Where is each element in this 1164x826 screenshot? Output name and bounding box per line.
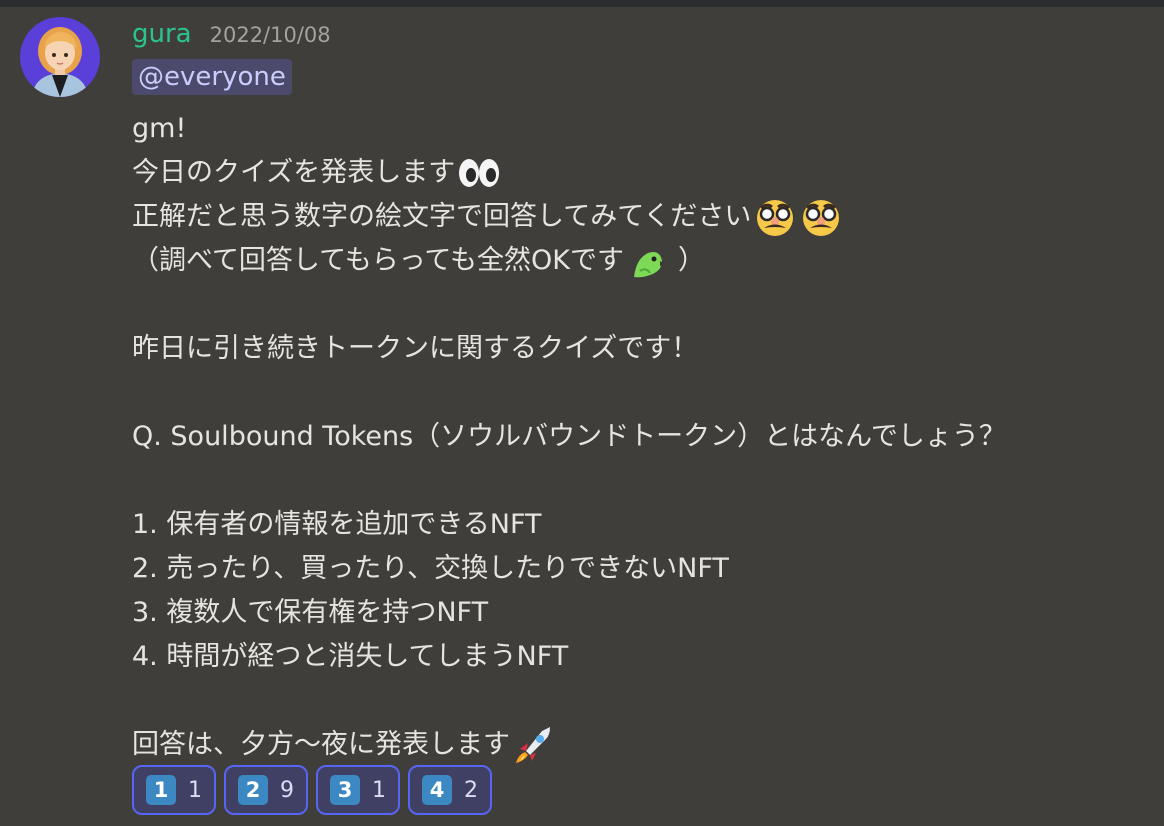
reaction-button-2[interactable]: 29	[224, 765, 308, 815]
message-line	[132, 371, 1152, 415]
message-line: 2. 売ったり、買ったり、交換したりできないNFT	[132, 547, 1152, 591]
message-line-text: gm!	[132, 113, 187, 144]
message-content: gm! 今日のクイズを発表します正解だと思う数字の絵文字で回答してみてください （調…	[132, 107, 1152, 767]
message-line: （調べて回答してもらっても全然OKです ）	[132, 239, 1152, 283]
message-line-text: 4. 時間が経つと消失してしまうNFT	[132, 641, 569, 672]
message-line: 3. 複数人で保有権を持つNFT	[132, 591, 1152, 635]
everyone-mention[interactable]: @everyone	[132, 59, 292, 95]
message-line-text: 3. 複数人で保有権を持つNFT	[132, 597, 489, 628]
reaction-count: 1	[188, 777, 202, 803]
keycap-2-icon: 2	[238, 775, 268, 805]
message-line-text: 正解だと思う数字の絵文字で回答してみてください	[132, 201, 752, 232]
message-line: 4. 時間が経つと消失してしまうNFT	[132, 635, 1152, 679]
message-header: gura 2022/10/08	[132, 19, 331, 51]
rocket-emoji	[512, 725, 556, 765]
message-line: 正解だと思う数字の絵文字で回答してみてください	[132, 195, 1152, 239]
message-line: 今日のクイズを発表します	[132, 151, 1152, 195]
reaction-button-1[interactable]: 11	[132, 765, 216, 815]
disguised-face-emoji	[799, 197, 843, 237]
message-line-text: （調べて回答してもらっても全然OKです	[132, 245, 625, 276]
keycap-4-icon: 4	[422, 775, 452, 805]
avatar[interactable]	[20, 17, 100, 97]
disguised-face-emoji	[753, 197, 797, 237]
message-line: 昨日に引き続きトークンに関するクイズです！	[132, 327, 1152, 371]
message-line-text: 1. 保有者の情報を追加できるNFT	[132, 509, 542, 540]
message-timestamp: 2022/10/08	[209, 23, 331, 47]
message-line: Q. Soulbound Tokens（ソウルバウンドトークン）とはなんでしょう…	[132, 415, 1152, 459]
message-line-text: 回答は、夕方〜夜に発表します	[132, 729, 510, 760]
reaction-count: 9	[280, 777, 294, 803]
reaction-button-4[interactable]: 42	[408, 765, 492, 815]
reaction-count: 2	[464, 777, 478, 803]
reaction-button-3[interactable]: 31	[316, 765, 400, 815]
reaction-count: 1	[372, 777, 386, 803]
message-line: gm!	[132, 107, 1152, 151]
message-line: 回答は、夕方〜夜に発表します	[132, 723, 1152, 767]
top-divider	[0, 0, 1164, 7]
chat-message: gura 2022/10/08 @everyone gm! 今日のクイズを発表しま…	[0, 7, 1164, 826]
message-line-text: Q. Soulbound Tokens（ソウルバウンドトークン）とはなんでしょう…	[132, 421, 1006, 452]
author-name[interactable]: gura	[132, 19, 192, 49]
message-line	[132, 459, 1152, 503]
message-line-text: 今日のクイズを発表します	[132, 157, 456, 188]
keycap-1-icon: 1	[146, 775, 176, 805]
message-line-text: 昨日に引き続きトークンに関するクイズです！	[132, 333, 699, 364]
parrot-emoji	[626, 241, 670, 281]
eyes-emoji	[457, 153, 501, 193]
message-line: 1. 保有者の情報を追加できるNFT	[132, 503, 1152, 547]
message-line	[132, 679, 1152, 723]
message-line-text: 2. 売ったり、買ったり、交換したりできないNFT	[132, 553, 729, 584]
keycap-3-icon: 3	[330, 775, 360, 805]
message-line	[132, 283, 1152, 327]
message-line-suffix: ）	[678, 245, 706, 276]
reaction-bar: 11293142	[132, 765, 492, 815]
